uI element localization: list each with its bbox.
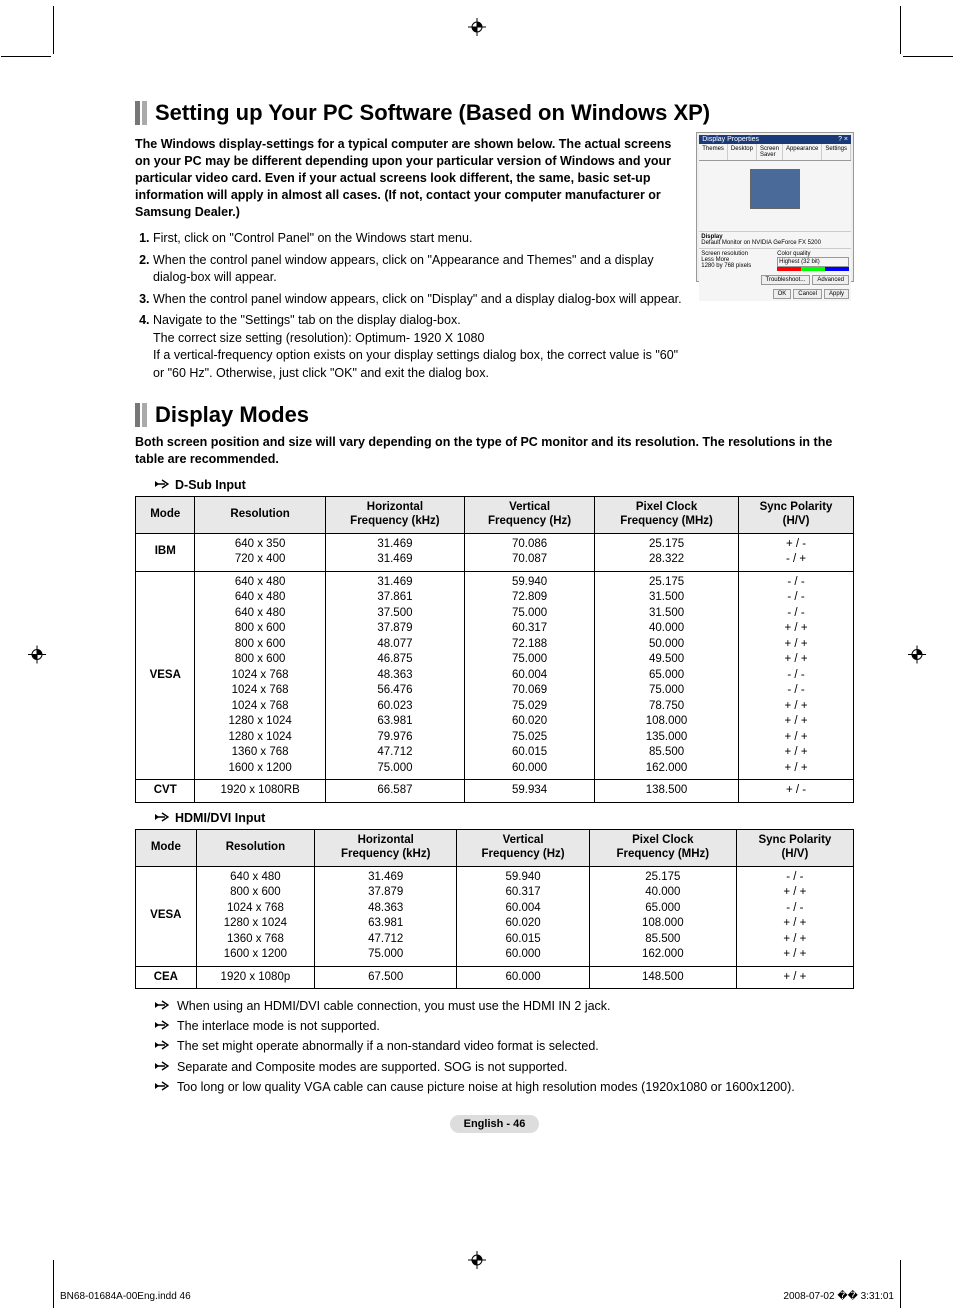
data-cell: 640 x 350720 x 400 [195,533,325,571]
col-header: Pixel Clock Frequency (MHz) [595,497,739,534]
data-cell: 59.94072.80975.00060.31772.18875.00060.0… [465,571,595,780]
registration-mark-icon [468,1251,486,1274]
steps-list: First, click on "Control Panel" on the W… [135,230,684,382]
col-header: Pixel Clock Frequency (MHz) [589,829,736,866]
data-cell: - / -- / -- / -+ / ++ / ++ / +- / -- / -… [739,571,854,780]
note-item: When using an HDMI/DVI cable connection,… [155,997,854,1015]
hdmi-heading: HDMI/DVI Input [155,811,854,825]
notes-list: When using an HDMI/DVI cable connection,… [155,997,854,1096]
arrow-icon [155,1058,169,1076]
dsub-table: ModeResolutionHorizontal Frequency (kHz)… [135,496,854,803]
arrow-icon [155,997,169,1015]
data-cell: + / + [736,966,853,989]
data-cell: 25.17540.00065.000108.00085.500162.000 [589,866,736,966]
section-title: Display Modes [155,402,309,428]
col-header: Vertical Frequency (Hz) [465,497,595,534]
data-cell: 59.94060.31760.00460.02060.01560.000 [457,866,590,966]
mode-cell: VESA [136,571,195,780]
data-cell: 31.46937.86137.50037.87948.07746.87548.3… [325,571,464,780]
mode-cell: CVT [136,780,195,803]
col-header: Resolution [195,497,325,534]
registration-mark-icon [468,18,486,41]
data-cell: 138.500 [595,780,739,803]
note-item: Too long or low quality VGA cable can ca… [155,1078,854,1096]
arrow-icon [155,1017,169,1035]
data-cell: 67.500 [315,966,457,989]
col-header: Mode [136,497,195,534]
data-cell: 148.500 [589,966,736,989]
data-cell: 640 x 480640 x 480640 x 480800 x 600800 … [195,571,325,780]
data-cell: + / -- / + [739,533,854,571]
section-marker-icon [135,403,147,427]
data-cell: - / -+ / +- / -+ / ++ / ++ / + [736,866,853,966]
arrow-icon [155,1037,169,1055]
print-timestamp: 2008-07-02 �� 3:31:01 [783,1291,894,1302]
col-header: Horizontal Frequency (kHz) [325,497,464,534]
col-header: Mode [136,829,197,866]
arrow-icon [155,1078,169,1096]
data-cell: 66.587 [325,780,464,803]
col-header: Resolution [196,829,314,866]
hdmi-table: ModeResolutionHorizontal Frequency (kHz)… [135,829,854,989]
col-header: Horizontal Frequency (kHz) [315,829,457,866]
data-cell: 640 x 480800 x 6001024 x 7681280 x 10241… [196,866,314,966]
dsub-heading: D-Sub Input [155,478,854,492]
registration-mark-icon [908,646,926,669]
col-header: Sync Polarity (H/V) [739,497,854,534]
section2-intro: Both screen position and size will vary … [135,434,854,468]
data-cell: 59.934 [465,780,595,803]
data-cell: 1920 x 1080p [196,966,314,989]
section-marker-icon [135,101,147,125]
data-cell: 1920 x 1080RB [195,780,325,803]
mode-cell: CEA [136,966,197,989]
page-number-pill: English - 46 [135,1114,854,1133]
data-cell: 31.46937.87948.36363.98147.71275.000 [315,866,457,966]
mode-cell: VESA [136,866,197,966]
note-item: Separate and Composite modes are support… [155,1058,854,1076]
intro-text: The Windows display-settings for a typic… [135,136,684,220]
arrow-icon [155,811,169,825]
note-item: The interlace mode is not supported. [155,1017,854,1035]
section-title: Setting up Your PC Software (Based on Wi… [155,100,710,126]
data-cell: 25.17528.322 [595,533,739,571]
data-cell: 70.08670.087 [465,533,595,571]
data-cell: 25.17531.50031.50040.00050.00049.50065.0… [595,571,739,780]
display-properties-screenshot: Display Properties? × ThemesDesktopScree… [696,132,854,282]
registration-mark-icon [28,646,46,669]
col-header: Sync Polarity (H/V) [736,829,853,866]
note-item: The set might operate abnormally if a no… [155,1037,854,1055]
step-item: Navigate to the "Settings" tab on the di… [153,312,684,382]
col-header: Vertical Frequency (Hz) [457,829,590,866]
step-item: First, click on "Control Panel" on the W… [153,230,684,248]
doc-id: BN68-01684A-00Eng.indd 46 [60,1291,191,1302]
step-item: When the control panel window appears, c… [153,291,684,309]
mode-cell: IBM [136,533,195,571]
data-cell: + / - [739,780,854,803]
data-cell: 60.000 [457,966,590,989]
data-cell: 31.46931.469 [325,533,464,571]
arrow-icon [155,478,169,492]
step-item: When the control panel window appears, c… [153,252,684,287]
